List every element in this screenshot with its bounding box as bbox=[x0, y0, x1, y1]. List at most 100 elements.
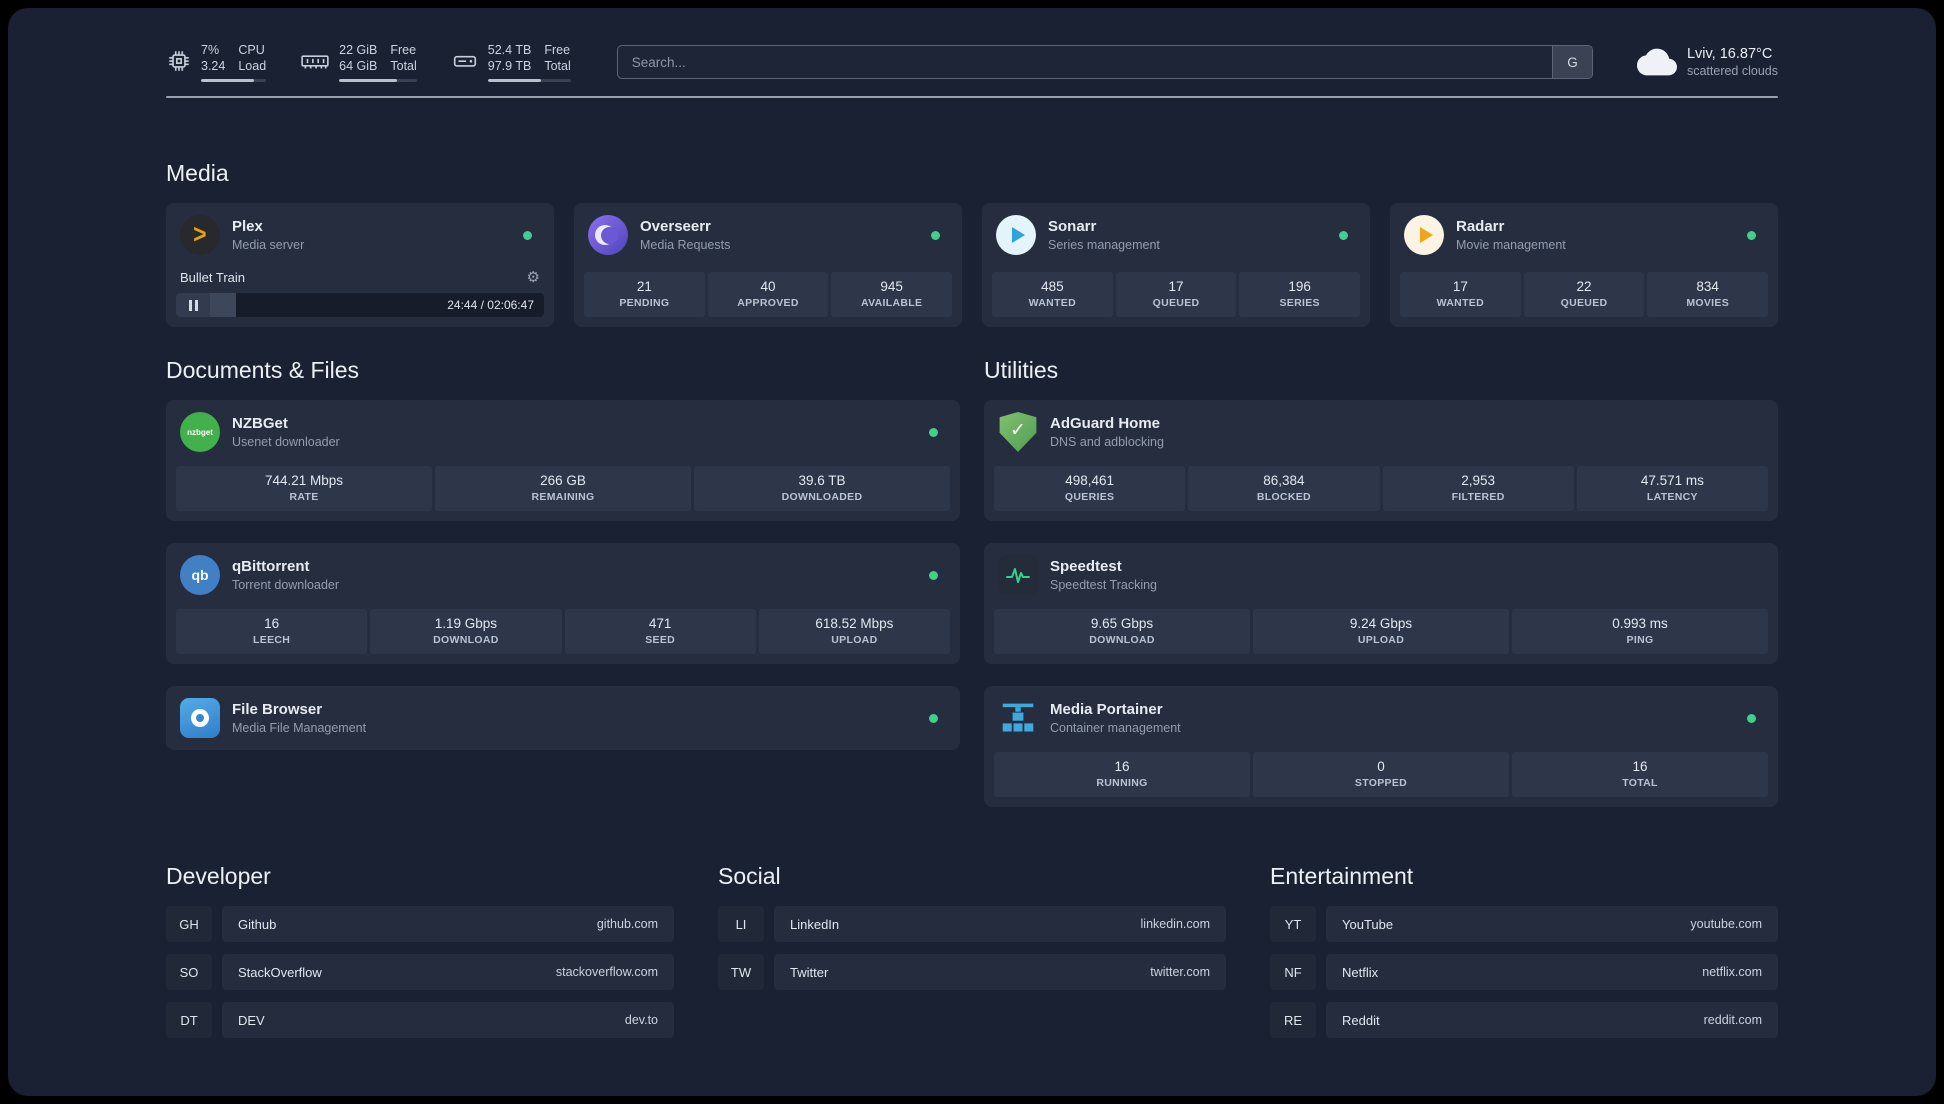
stat-download: 9.65 Gbps DOWNLOAD bbox=[994, 609, 1250, 654]
service-stats: 498,461 QUERIES 86,384 BLOCKED 2,953 FIL… bbox=[994, 454, 1768, 511]
pause-button[interactable] bbox=[176, 293, 210, 317]
status-dot bbox=[1747, 713, 1756, 723]
stat-seed: 471 SEED bbox=[564, 609, 756, 654]
bookmark-url: linkedin.com bbox=[1140, 917, 1210, 931]
disk-widget: 52.4 TB 97.9 TB Free Total bbox=[451, 42, 571, 82]
status-dot bbox=[929, 713, 938, 723]
player-time: 24:44 / 02:06:47 bbox=[447, 298, 534, 312]
weather-location: Lviv, 16.87°C bbox=[1686, 46, 1773, 62]
bookmark-url: stackoverflow.com bbox=[555, 965, 658, 979]
service-name: Plex bbox=[232, 218, 263, 235]
portainer-icon bbox=[998, 698, 1038, 738]
bookmark-netflix[interactable]: NF Netflix netflix.com bbox=[1270, 954, 1778, 990]
service-card-overseerr[interactable]: Overseerr Media Requests 21 PENDING 40 A… bbox=[574, 203, 962, 327]
service-name: qBittorrent bbox=[232, 558, 310, 575]
bookmark-name: Github bbox=[238, 916, 277, 932]
stat-wanted: 17 WANTED bbox=[1400, 272, 1521, 317]
service-subtitle: Usenet downloader bbox=[232, 435, 340, 449]
service-stats: 9.65 Gbps DOWNLOAD 9.24 Gbps UPLOAD 0.99… bbox=[994, 597, 1768, 654]
bookmark-bar: Github github.com bbox=[222, 906, 674, 942]
service-name: Media Portainer bbox=[1050, 701, 1163, 718]
sonarr-icon bbox=[996, 215, 1036, 255]
bookmark-reddit[interactable]: RE Reddit reddit.com bbox=[1270, 1002, 1778, 1038]
bookmark-stackoverflow[interactable]: SO StackOverflow stackoverflow.com bbox=[166, 954, 674, 990]
service-card-radarr[interactable]: Radarr Movie management 17 WANTED 22 QUE… bbox=[1390, 203, 1778, 327]
status-dot bbox=[523, 230, 532, 240]
section-utilities: Utilities ✓ AdGuard Home DNS and adblock… bbox=[984, 357, 1778, 807]
memory-widget: 22 GiB 64 GiB Free Total bbox=[300, 42, 417, 82]
stat-upload: 618.52 Mbps UPLOAD bbox=[758, 609, 950, 654]
bookmark-linkedin[interactable]: LI LinkedIn linkedin.com bbox=[718, 906, 1226, 942]
bookmark-abbr: YT bbox=[1270, 906, 1316, 942]
bookmark-abbr: GH bbox=[166, 906, 212, 942]
bookmark-bar: Twitter twitter.com bbox=[774, 954, 1226, 990]
stat-rate: 744.21 Mbps RATE bbox=[176, 466, 432, 511]
memory-labels: Free Total bbox=[390, 43, 417, 73]
section-media: Media > Plex Media server Bullet Train ⚙ bbox=[166, 160, 1778, 327]
player-progress-bar: 24:44 / 02:06:47 bbox=[176, 293, 544, 317]
service-name: AdGuard Home bbox=[1050, 415, 1161, 432]
bookmark-dev[interactable]: DT DEV dev.to bbox=[166, 1002, 674, 1038]
cpu-widget: 7% 3.24 CPU Load bbox=[166, 42, 267, 82]
service-subtitle: Speedtest Tracking bbox=[1050, 578, 1158, 592]
section-title-documents: Documents & Files bbox=[166, 357, 360, 383]
status-dot bbox=[929, 570, 938, 580]
cpu-labels: CPU Load bbox=[238, 43, 267, 73]
service-card-sonarr[interactable]: Sonarr Series management 485 WANTED 17 Q… bbox=[982, 203, 1370, 327]
service-card-nzbget[interactable]: nzbget NZBGet Usenet downloader 744.21 M… bbox=[166, 400, 960, 521]
service-card-plex[interactable]: > Plex Media server Bullet Train ⚙ 24:44… bbox=[166, 203, 554, 327]
bookmark-name: Reddit bbox=[1342, 1012, 1380, 1028]
stat-pending: 21 PENDING bbox=[584, 272, 705, 317]
bookmark-abbr: LI bbox=[718, 906, 764, 942]
service-card-speedtest[interactable]: Speedtest Speedtest Tracking 9.65 Gbps D… bbox=[984, 543, 1778, 664]
bookmark-name: Twitter bbox=[790, 964, 829, 980]
bookmark-bar: YouTube youtube.com bbox=[1326, 906, 1778, 942]
service-subtitle: DNS and adblocking bbox=[1050, 435, 1164, 449]
status-dot bbox=[931, 230, 940, 240]
weather-widget: Lviv, 16.87°C scattered clouds bbox=[1636, 42, 1778, 82]
service-subtitle: Torrent downloader bbox=[232, 578, 340, 592]
status-dot bbox=[1747, 230, 1756, 240]
radarr-icon bbox=[1404, 215, 1444, 255]
service-subtitle: Media Requests bbox=[640, 238, 731, 252]
service-subtitle: Media server bbox=[232, 238, 305, 252]
bookmark-abbr: NF bbox=[1270, 954, 1316, 990]
bookmark-abbr: SO bbox=[166, 954, 212, 990]
service-card-portainer[interactable]: Media Portainer Container management 16 … bbox=[984, 686, 1778, 807]
service-stats: 16 RUNNING 0 STOPPED 16 TOTAL bbox=[994, 740, 1768, 797]
bookmark-twitter[interactable]: TW Twitter twitter.com bbox=[718, 954, 1226, 990]
stat-running: 16 RUNNING bbox=[994, 752, 1250, 797]
service-name: File Browser bbox=[232, 701, 323, 718]
stat-downloaded: 39.6 TB DOWNLOADED bbox=[694, 466, 950, 511]
status-dot bbox=[929, 427, 938, 437]
cloud-icon bbox=[1636, 48, 1677, 76]
bookmark-name: StackOverflow bbox=[238, 964, 322, 980]
bookmark-youtube[interactable]: YT YouTube youtube.com bbox=[1270, 906, 1778, 942]
bookmark-github[interactable]: GH Github github.com bbox=[166, 906, 674, 942]
speedtest-icon bbox=[998, 555, 1038, 595]
bookmark-name: DEV bbox=[238, 1012, 265, 1028]
memory-progress-bar bbox=[339, 79, 417, 82]
bookmark-bar: StackOverflow stackoverflow.com bbox=[222, 954, 674, 990]
stat-stopped: 0 STOPPED bbox=[1253, 752, 1509, 797]
service-stats: 16 LEECH 1.19 Gbps DOWNLOAD 471 SEED 618… bbox=[176, 597, 950, 654]
section-title-social: Social bbox=[718, 863, 781, 889]
service-name: NZBGet bbox=[232, 415, 288, 432]
memory-values: 22 GiB 64 GiB bbox=[339, 43, 378, 73]
bookmark-url: netflix.com bbox=[1702, 965, 1762, 979]
search-input[interactable] bbox=[617, 46, 1552, 78]
dashboard: 7% 3.24 CPU Load 22 GiB 64 GiB Free Tota… bbox=[8, 8, 1936, 1096]
player-progress-fill bbox=[210, 293, 236, 317]
service-card-adguard[interactable]: ✓ AdGuard Home DNS and adblocking 498,46… bbox=[984, 400, 1778, 521]
service-card-filebrowser[interactable]: File Browser Media File Management bbox=[166, 686, 960, 750]
disk-values: 52.4 TB 97.9 TB bbox=[487, 43, 532, 73]
service-card-qbittorrent[interactable]: qb qBittorrent Torrent downloader 16 LEE… bbox=[166, 543, 960, 664]
section-title-utilities: Utilities bbox=[984, 357, 1059, 383]
stat-latency: 47.571 ms LATENCY bbox=[1576, 466, 1768, 511]
gear-icon[interactable]: ⚙ bbox=[527, 270, 540, 285]
stat-queued: 17 QUEUED bbox=[1115, 272, 1237, 317]
search-provider-button[interactable]: G bbox=[1551, 46, 1592, 78]
service-stats: 21 PENDING 40 APPROVED 945 AVAILABLE bbox=[584, 260, 953, 317]
stat-total: 16 TOTAL bbox=[1512, 752, 1768, 797]
now-playing-title: Bullet Train bbox=[180, 270, 246, 285]
